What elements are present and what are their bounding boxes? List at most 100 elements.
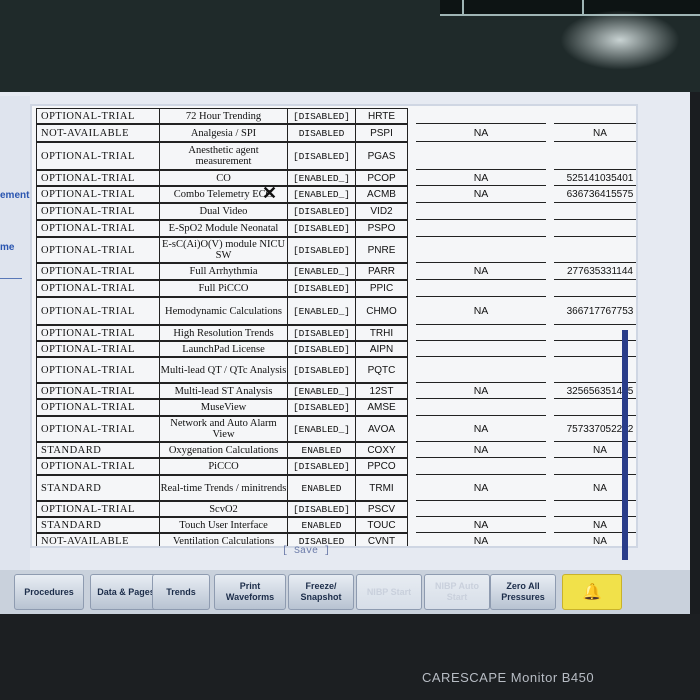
left-menu-strip xyxy=(0,96,30,570)
option-value-1: NA xyxy=(473,304,489,317)
option-value-2 xyxy=(554,108,636,124)
option-code: AMSE xyxy=(356,399,408,416)
option-code: TRHI xyxy=(356,325,408,341)
table-row[interactable]: OPTIONAL-TRIAL MuseView [DISABLED] AMSE xyxy=(32,399,636,416)
toolbar-button-trends[interactable]: Trends xyxy=(152,574,210,610)
option-status: OPTIONAL-TRIAL xyxy=(36,220,160,237)
option-name: Dual Video xyxy=(160,203,288,220)
option-state: [DISABLED] xyxy=(288,108,356,124)
option-code: TOUC xyxy=(356,517,408,533)
side-menu-item-1[interactable]: ement xyxy=(0,190,29,201)
option-name: Anesthetic agent measurement xyxy=(160,142,288,170)
option-status: OPTIONAL-TRIAL xyxy=(36,341,160,357)
option-state: ENABLED xyxy=(288,442,356,458)
table-row[interactable]: OPTIONAL-TRIAL Full Arrhythmia [ENABLED_] P… xyxy=(32,263,636,280)
table-row[interactable]: OPTIONAL-TRIAL High Resolution Trends [DIS… xyxy=(32,325,636,341)
table-row[interactable]: OPTIONAL-TRIAL Dual Video [DISABLED] VID2 xyxy=(32,203,636,220)
option-code: VID2 xyxy=(356,203,408,220)
option-value-1: NA xyxy=(473,171,489,184)
option-value-1: NA xyxy=(473,384,489,397)
bell-alarm-icon: 🔔 xyxy=(582,583,602,601)
option-code: ACMB xyxy=(356,186,408,203)
table-row[interactable]: STANDARD Touch User Interface ENABLED TOUC N… xyxy=(32,517,636,533)
option-value-1: NA xyxy=(473,443,489,456)
table-row[interactable]: OPTIONAL-TRIAL Anesthetic agent measureme… xyxy=(32,142,636,170)
side-menu-item-2[interactable]: me xyxy=(0,242,14,253)
option-name: ScvO2 xyxy=(160,501,288,517)
monitor-bezel-bottom xyxy=(0,614,700,700)
toolbar-button-freeze-snapshot[interactable]: Freeze/ Snapshot xyxy=(288,574,354,610)
option-state: [DISABLED] xyxy=(288,357,356,383)
option-value-1 xyxy=(416,108,546,124)
table-row[interactable]: OPTIONAL-TRIAL E-sC(Ai)O(V) module NICU S… xyxy=(32,237,636,263)
table-row[interactable]: OPTIONAL-TRIAL ScvO2 [DISABLED] PSCV xyxy=(32,501,636,517)
monitor-brand-label: CARESCAPE Monitor B450 xyxy=(422,670,595,685)
option-status: OPTIONAL-TRIAL xyxy=(36,297,160,325)
option-status: OPTIONAL-TRIAL xyxy=(36,237,160,263)
option-name: Hemodynamic Calculations xyxy=(160,297,288,325)
option-name: Real-time Trends / minitrends xyxy=(160,475,288,501)
scrollbar[interactable] xyxy=(622,330,628,560)
option-state: [DISABLED] xyxy=(288,203,356,220)
option-value-1 xyxy=(416,501,546,517)
save-button[interactable]: [ Save ] xyxy=(282,546,330,557)
option-state: [DISABLED] xyxy=(288,341,356,357)
option-name: Analgesia / SPI xyxy=(160,124,288,142)
option-status: OPTIONAL-TRIAL xyxy=(36,186,160,203)
option-status: OPTIONAL-TRIAL xyxy=(36,501,160,517)
option-code: AVOA xyxy=(356,416,408,442)
option-state: ENABLED xyxy=(288,475,356,501)
option-value-1: NA xyxy=(473,265,489,277)
option-status: OPTIONAL-TRIAL xyxy=(36,357,160,383)
alarm-silence-button[interactable]: 🔔 xyxy=(562,574,622,610)
table-row[interactable]: OPTIONAL-TRIAL E-SpO2 Module Neonatal [DIS… xyxy=(32,220,636,237)
table-row[interactable]: OPTIONAL-TRIAL Multi-lead QT / QTc Analys… xyxy=(32,357,636,383)
table-row[interactable]: STANDARD Real-time Trends / minitrends ENA… xyxy=(32,475,636,501)
option-name: Oxygenation Calculations xyxy=(160,442,288,458)
option-status: OPTIONAL-TRIAL xyxy=(36,108,160,124)
option-status: OPTIONAL-TRIAL xyxy=(36,325,160,341)
option-value-2 xyxy=(554,220,636,237)
option-value-1: NA xyxy=(473,534,489,547)
table-row[interactable]: OPTIONAL-TRIAL Network and Auto Alarm Vie… xyxy=(32,416,636,442)
option-name: 72 Hour Trending xyxy=(160,108,288,124)
toolbar-button-nibp-auto-start[interactable]: NIBP Auto Start xyxy=(424,574,490,610)
toolbar-button-zero-all-pressures[interactable]: Zero All Pressures xyxy=(490,574,556,610)
table-row[interactable]: OPTIONAL-TRIAL 72 Hour Trending [DISABLED]… xyxy=(32,108,636,124)
screen-glare xyxy=(560,10,680,70)
option-status: OPTIONAL-TRIAL xyxy=(36,458,160,475)
option-name: E-SpO2 Module Neonatal xyxy=(160,220,288,237)
table-row[interactable]: NOT-AVAILABLE Analgesia / SPI DISABLED PSPI… xyxy=(32,124,636,142)
option-status: OPTIONAL-TRIAL xyxy=(36,263,160,280)
option-code: PGAS xyxy=(356,142,408,170)
option-value-1 xyxy=(416,237,546,263)
table-row[interactable]: OPTIONAL-TRIAL Hemodynamic Calculations [E… xyxy=(32,297,636,325)
table-row[interactable]: OPTIONAL-TRIAL Full PiCCO [DISABLED] PPIC xyxy=(32,280,636,297)
option-status: STANDARD xyxy=(36,475,160,501)
table-row[interactable]: OPTIONAL-TRIAL Multi-lead ST Analysis [ENA… xyxy=(32,383,636,399)
option-value-2 xyxy=(554,203,636,220)
table-row[interactable]: NOT-AVAILABLE Ventilation Calculations DIS… xyxy=(32,533,636,547)
option-value-1 xyxy=(416,280,546,297)
toolbar-button-print-waveforms[interactable]: Print Waveforms xyxy=(214,574,286,610)
option-value-2: 277635331144 xyxy=(567,266,633,277)
toolbar-button-nibp-start[interactable]: NIBP Start xyxy=(356,574,422,610)
option-value-1: NA xyxy=(473,126,489,139)
table-row[interactable]: OPTIONAL-TRIAL LaunchPad License [DISABLED… xyxy=(32,341,636,357)
option-value-2 xyxy=(554,142,636,170)
option-code: PPIC xyxy=(356,280,408,297)
table-row[interactable]: OPTIONAL-TRIAL Combo Telemetry ECG [ENABLE… xyxy=(32,186,636,203)
option-code: PQTC xyxy=(356,357,408,383)
option-code: PARR xyxy=(356,263,408,280)
toolbar-button-procedures[interactable]: Procedures xyxy=(14,574,84,610)
option-name: PiCCO xyxy=(160,458,288,475)
option-value-1 xyxy=(416,458,546,475)
option-state: [ENABLED_] xyxy=(288,263,356,280)
table-row[interactable]: OPTIONAL-TRIAL PiCCO [DISABLED] PPCO xyxy=(32,458,636,475)
option-name: High Resolution Trends xyxy=(160,325,288,341)
table-row[interactable]: OPTIONAL-TRIAL CO [ENABLED_] PCOP NA 52514103… xyxy=(32,170,636,186)
table-row[interactable]: STANDARD Oxygenation Calculations ENABLED C… xyxy=(32,442,636,458)
option-state: ENABLED xyxy=(288,517,356,533)
option-state: [DISABLED] xyxy=(288,280,356,297)
option-code: CHMO xyxy=(356,297,408,325)
